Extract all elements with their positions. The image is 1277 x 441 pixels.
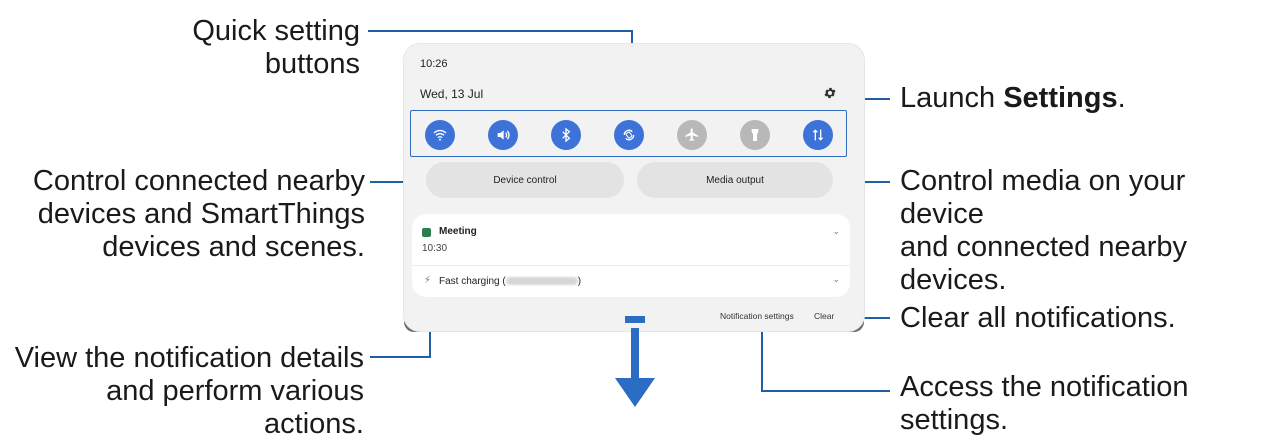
callout-line-details-h (370, 356, 431, 358)
flashlight-icon (751, 129, 759, 141)
device-control-button[interactable]: Device control (426, 162, 624, 198)
notification-panel: 10:26 Wed, 13 Jul Device control Media o… (404, 44, 864, 331)
settings-gear-icon[interactable] (823, 86, 837, 100)
meeting-title: Meeting (439, 226, 477, 237)
fast-charging-label: Fast charging () (439, 276, 582, 287)
callout-line-quick-h (368, 30, 633, 32)
control-nearby-callout: Control connected nearby devices and Sma… (32, 165, 365, 263)
auto-rotate-icon (623, 129, 635, 141)
calendar-icon (422, 228, 431, 237)
clear-button[interactable]: Clear (814, 311, 834, 321)
divider (412, 265, 850, 266)
access-settings-callout: Access the notification settings. (900, 371, 1189, 436)
swipe-down-arrow-icon (615, 316, 655, 407)
callout-line-access-v (761, 322, 763, 392)
launch-settings-callout: Launch Settings. (900, 82, 1126, 114)
charging-bolt-icon: ⚡ (424, 275, 432, 286)
date-label: Wed, 13 Jul (420, 87, 484, 101)
quick-settings-callout: Quick setting buttons (192, 15, 360, 80)
notification-settings-button[interactable]: Notification settings (720, 311, 794, 321)
clock: 10:26 (420, 58, 448, 70)
mobile-data-button[interactable] (803, 120, 833, 150)
callout-line-access-h (761, 390, 890, 392)
wifi-icon (433, 129, 447, 141)
notification-card[interactable]: Meeting 10:30 ⌄ ⚡ Fast charging () ⌄ (412, 214, 850, 297)
bluetooth-button[interactable] (551, 120, 581, 150)
media-output-button[interactable]: Media output (637, 162, 833, 198)
bluetooth-icon (562, 127, 571, 143)
flashlight-button[interactable] (740, 120, 770, 150)
view-details-callout: View the notification details and perfor… (14, 342, 364, 440)
meeting-time: 10:30 (422, 243, 448, 254)
control-media-callout: Control media on your device and connect… (900, 165, 1187, 296)
clear-all-callout: Clear all notifications. (900, 302, 1176, 334)
expand-chevron-icon[interactable]: ⌄ (832, 226, 840, 237)
wifi-button[interactable] (425, 120, 455, 150)
auto-rotate-button[interactable] (614, 120, 644, 150)
blurred-text (505, 277, 578, 286)
quick-settings-frame (410, 110, 847, 157)
mobile-data-icon (812, 129, 824, 141)
airplane-icon (685, 128, 698, 141)
sound-icon (497, 130, 510, 140)
sound-button[interactable] (488, 120, 518, 150)
airplane-button[interactable] (677, 120, 707, 150)
expand-chevron-icon[interactable]: ⌄ (832, 274, 840, 285)
